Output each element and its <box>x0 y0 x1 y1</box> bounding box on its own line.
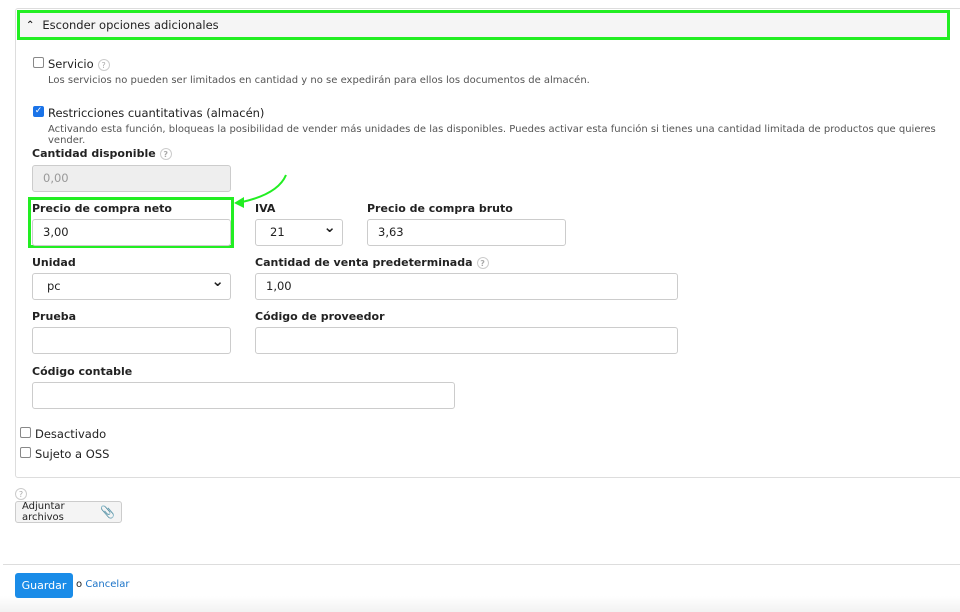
save-button[interactable]: Guardar <box>15 573 73 598</box>
oss-label: Sujeto a OSS <box>35 447 110 461</box>
chevron-up-icon: ⌃ <box>26 19 35 31</box>
precio-neto-input[interactable]: 3,00 <box>32 219 231 246</box>
restricciones-description: Activando esta función, bloqueas la posi… <box>48 124 936 146</box>
prueba-label: Prueba <box>32 310 77 323</box>
desactivado-checkbox[interactable] <box>20 427 31 438</box>
attach-files-button[interactable]: Adjuntar archivos 📎 <box>15 501 122 523</box>
unidad-select[interactable]: pc <box>32 269 231 300</box>
iva-label: IVA <box>255 202 276 215</box>
codigo-proveedor-input[interactable] <box>255 327 678 354</box>
codigo-contable-label: Código contable <box>32 365 133 378</box>
help-icon[interactable]: ? <box>476 257 489 269</box>
toggle-label: Esconder opciones adicionales <box>42 18 219 32</box>
codigo-contable-input[interactable] <box>32 382 455 409</box>
paperclip-icon: 📎 <box>100 505 115 519</box>
help-icon[interactable]: ? <box>159 148 172 160</box>
attach-label: Adjuntar archivos <box>22 501 65 523</box>
or-text: o <box>76 579 83 590</box>
servicio-checkbox[interactable] <box>33 57 44 68</box>
servicio-label: Servicio <box>48 57 94 71</box>
servicio-description: Los servicios no pueden ser limitados en… <box>48 75 590 86</box>
precio-bruto-label: Precio de compra bruto <box>367 202 513 215</box>
cantidad-venta-input[interactable]: 1,00 <box>255 273 678 300</box>
prueba-input[interactable] <box>32 327 231 354</box>
toggle-additional-options[interactable]: ⌃ Esconder opciones adicionales <box>17 10 950 40</box>
cantidad-venta-label: Cantidad de venta predeterminada <box>255 256 473 269</box>
cantidad-disponible-label: Cantidad disponible <box>32 147 156 160</box>
restricciones-label: Restricciones cuantitativas (almacén) <box>48 106 265 120</box>
cancel-link[interactable]: Cancelar <box>85 579 129 590</box>
divider <box>3 564 960 565</box>
help-icon[interactable]: ? <box>15 488 27 500</box>
footer-shade <box>0 596 960 612</box>
codigo-proveedor-label: Código de proveedor <box>255 310 385 323</box>
precio-bruto-input[interactable]: 3,63 <box>367 219 566 246</box>
desactivado-label: Desactivado <box>35 427 107 441</box>
iva-select[interactable]: 21 <box>255 215 343 246</box>
restricciones-checkbox[interactable]: ✓ <box>33 106 44 117</box>
cantidad-disponible-input[interactable]: 0,00 <box>32 165 231 192</box>
unidad-label: Unidad <box>32 256 76 269</box>
oss-checkbox[interactable] <box>20 447 31 458</box>
help-icon[interactable]: ? <box>97 58 110 71</box>
precio-neto-label: Precio de compra neto <box>32 202 172 215</box>
